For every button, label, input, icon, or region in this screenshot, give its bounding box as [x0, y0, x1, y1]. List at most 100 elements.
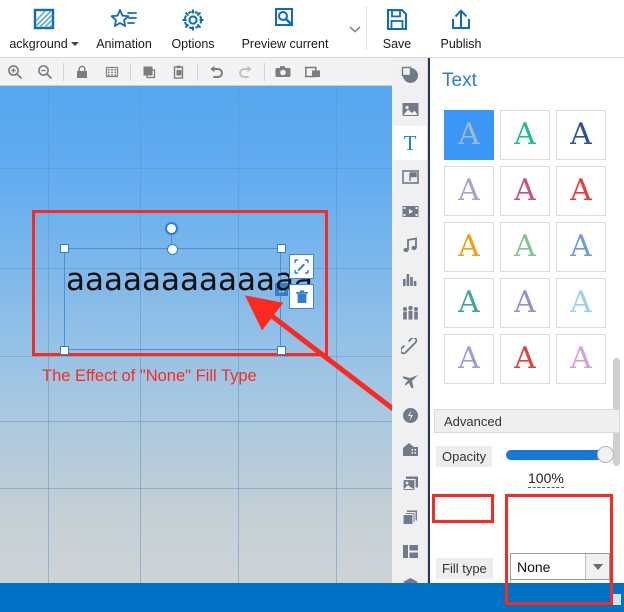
text-style-thumbnail[interactable]: A [556, 222, 606, 272]
background-text: ackground [9, 37, 68, 51]
preview-dropdown-arrow[interactable] [344, 0, 366, 58]
zoom-in-icon[interactable] [0, 59, 30, 85]
flash-icon[interactable] [392, 398, 427, 432]
stack-copy-icon[interactable] [392, 500, 427, 534]
dropdown-option-none[interactable]: None [511, 580, 609, 583]
grid-line [336, 86, 337, 583]
duplicate-window-icon[interactable] [298, 59, 328, 85]
thumb-glyph: A [514, 117, 536, 152]
text-object[interactable]: aaaaaaaaaaaaa [66, 262, 313, 298]
top-ribbon: ackground Animation Options Preview curr… [0, 0, 624, 58]
image-icon[interactable] [392, 92, 427, 126]
chevron-down-icon[interactable] [585, 554, 609, 579]
grid-line [0, 421, 392, 422]
grid-line [0, 168, 392, 169]
thumb-glyph: A [570, 285, 592, 320]
publish-label: Publish [440, 37, 482, 51]
animation-star-icon [110, 5, 138, 35]
text-style-thumbnail[interactable]: A [556, 334, 606, 384]
thumb-glyph: A [458, 285, 480, 320]
preview-current-label: Preview current [241, 37, 329, 51]
delete-text-button[interactable] [289, 284, 314, 309]
thumb-glyph: A [458, 173, 480, 208]
bottom-right-handle[interactable] [277, 346, 286, 355]
text-style-thumbnail[interactable]: A [556, 110, 606, 160]
background-pattern-icon [31, 5, 57, 35]
lock-icon[interactable] [67, 59, 97, 85]
chevron-down-icon [349, 22, 361, 36]
animation-label: Animation [96, 37, 152, 51]
thumb-glyph: A [458, 117, 480, 152]
text-style-thumbnail[interactable]: A [500, 110, 550, 160]
toolbar-divider [63, 62, 64, 81]
grid-line [0, 356, 392, 357]
opacity-slider[interactable] [506, 450, 610, 460]
redo-icon[interactable] [231, 59, 261, 85]
text-style-thumbnail[interactable]: A [500, 334, 550, 384]
design-canvas[interactable]: ↔ aaaaaaaaaaaaa The Effect of "None" Fil… [0, 86, 392, 583]
text-style-panel: Text A A A A A A A A A A A A A A A Advan… [428, 58, 624, 583]
top-left-handle[interactable] [60, 244, 69, 253]
people-icon[interactable] [392, 296, 427, 330]
edit-text-button[interactable] [289, 254, 314, 279]
text-style-thumbnail[interactable]: A [500, 278, 550, 328]
background-label: ackground [9, 37, 79, 51]
columns-icon[interactable] [392, 534, 427, 568]
paste-icon[interactable] [164, 59, 194, 85]
zoom-out-icon[interactable] [30, 59, 60, 85]
text-style-thumbnail[interactable]: A [556, 278, 606, 328]
camera-icon[interactable] [268, 59, 298, 85]
text-style-thumbnail[interactable]: A [444, 278, 494, 328]
gallery-icon[interactable] [392, 466, 427, 500]
status-indicator[interactable] [610, 594, 621, 605]
thumb-glyph: A [514, 285, 536, 320]
opacity-slider-knob[interactable] [597, 446, 614, 463]
options-button[interactable]: Options [160, 0, 226, 58]
bottom-left-handle[interactable] [60, 346, 69, 355]
rotate-handle[interactable] [165, 222, 178, 235]
music-icon[interactable] [392, 228, 427, 262]
save-button[interactable]: Save [367, 0, 427, 58]
publish-button[interactable]: Publish [427, 0, 495, 58]
text-style-thumbnail[interactable]: A [500, 166, 550, 216]
fill-type-dropdown[interactable]: None Pure Gradient [510, 580, 610, 583]
chart-icon[interactable] [392, 262, 427, 296]
text-style-thumbnail[interactable]: A [500, 222, 550, 272]
undo-icon[interactable] [201, 59, 231, 85]
copy-icon[interactable] [134, 59, 164, 85]
text-style-thumbnail[interactable]: A [444, 334, 494, 384]
text-style-thumbnail-grid: A A A A A A A A A A A A A A A [444, 110, 606, 384]
text-style-thumbnail[interactable]: A [444, 110, 494, 160]
building-icon[interactable] [392, 432, 427, 466]
text-icon[interactable]: T [392, 126, 427, 160]
video-icon[interactable] [392, 194, 427, 228]
text-style-thumbnail[interactable]: A [444, 166, 494, 216]
shapes-icon[interactable] [392, 58, 427, 92]
thumb-glyph: A [514, 341, 536, 376]
animation-button[interactable]: Animation [88, 0, 160, 58]
layers-icon[interactable] [392, 568, 427, 583]
thumb-glyph: A [570, 341, 592, 376]
advanced-section-header[interactable]: Advanced [434, 409, 620, 433]
thumb-glyph: A [570, 229, 592, 264]
top-right-handle[interactable] [277, 244, 286, 253]
link-icon[interactable] [392, 330, 427, 364]
toolbar-divider [264, 62, 265, 81]
top-mid-handle[interactable] [167, 244, 178, 255]
grid-icon[interactable] [97, 59, 127, 85]
save-floppy-icon [384, 5, 410, 35]
chevron-down-icon[interactable] [70, 42, 79, 46]
tools-rail: T [392, 58, 428, 583]
fill-type-label: Fill type [436, 558, 493, 579]
preview-current-button[interactable]: Preview current [226, 0, 344, 58]
gear-icon [180, 5, 206, 35]
flag-icon[interactable] [392, 160, 427, 194]
options-label: Options [171, 37, 215, 51]
plane-icon[interactable] [392, 364, 427, 398]
publish-upload-icon [448, 5, 474, 35]
background-button[interactable]: ackground [0, 0, 88, 58]
text-style-thumbnail[interactable]: A [556, 166, 606, 216]
fill-type-select[interactable]: None [510, 553, 610, 580]
preview-magnifier-icon [271, 5, 299, 35]
text-style-thumbnail[interactable]: A [444, 222, 494, 272]
